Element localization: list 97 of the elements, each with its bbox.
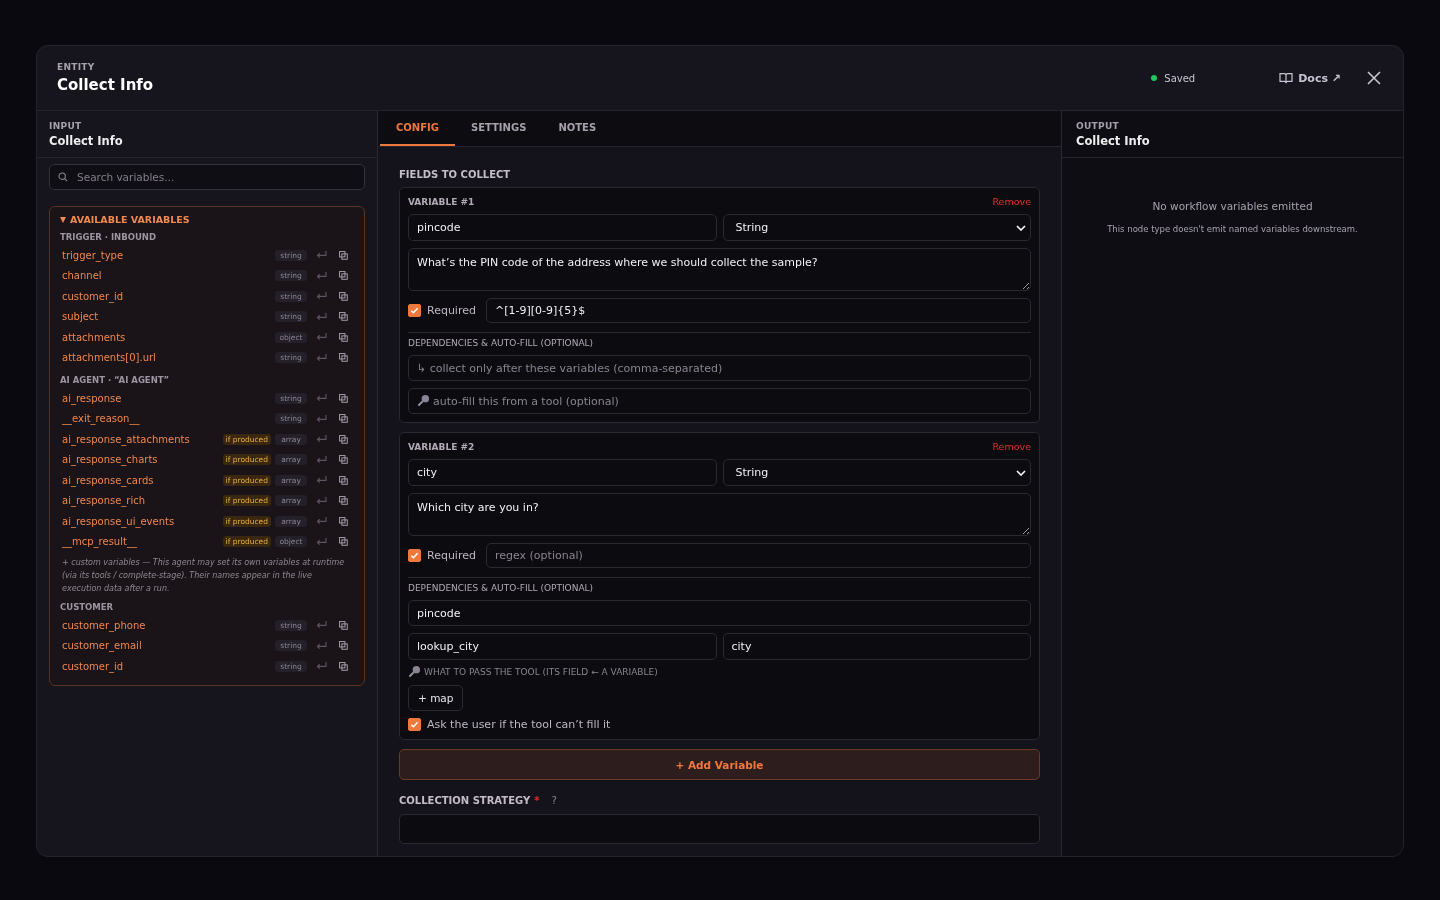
group-heading: TRIGGER · INBOUND [60,232,157,242]
name-field[interactable]: pincode [408,214,717,241]
insert-icon[interactable] [316,271,327,280]
variable-name[interactable]: customer_id [62,660,275,672]
required-checkbox[interactable] [408,549,421,562]
strategy-field[interactable] [399,814,1040,844]
tab[interactable]: CONFIG [380,111,455,146]
variable-heading: VARIABLE #1 [408,196,475,207]
variable-name[interactable]: ai_response [62,392,275,404]
insert-icon[interactable] [316,496,327,505]
status-dot [1151,75,1158,81]
variable-name[interactable]: trigger_type [62,249,275,261]
entity-label: ENTITY [57,62,96,72]
regex-field[interactable]: ^[1-9][0-9]{5}$ [485,298,1031,323]
section-heading: FIELDS TO COLLECT [399,169,512,180]
docs-link[interactable]: Docs ↗ [1279,71,1341,85]
question-field[interactable]: What’s the PIN code of the address where we should collect the sample? [408,248,1031,291]
variables-toggle[interactable]: AVAILABLE VARIABLES [60,214,354,225]
group-heading: CUSTOMER [60,602,115,612]
output-title: Collect Info [1076,133,1151,148]
question-field[interactable]: Which city are you in? [408,493,1031,536]
variable-heading: VARIABLE #2 [408,441,475,452]
variable-name[interactable]: customer_phone [62,619,275,631]
insert-icon[interactable] [316,414,327,423]
dependencies-field[interactable]: ↳ collect only after these variables (comma-separated) [408,355,1031,381]
copy-icon[interactable] [339,537,348,547]
variable-name[interactable]: ai_response_attachments [62,433,223,445]
dialog-title: Collect Info [57,76,154,94]
copy-icon[interactable] [339,620,348,630]
custom-variables-note: + custom variables — This agent may set its own variables at runtime (via its tools / complete-stage). Their names appear in the live execution data after a run. [62,557,346,595]
insert-icon[interactable] [316,333,327,342]
close-button[interactable] [1365,69,1383,87]
variable-name[interactable]: channel [62,270,275,282]
insert-icon[interactable] [316,292,327,301]
insert-icon[interactable] [316,455,327,464]
insert-icon[interactable] [316,517,327,526]
copy-icon[interactable] [339,353,348,363]
tool-field[interactable]: auto-fill this from a tool (optional) [408,388,1031,414]
mapping-hint: WHAT TO PASS THE TOOL (ITS FIELD ← A VARIABLE) [424,666,658,677]
insert-icon[interactable] [316,476,327,485]
required-checkbox[interactable] [408,304,421,317]
insert-icon[interactable] [316,251,327,260]
dependencies-heading: DEPENDENCIES & AUTO-FILL (OPTIONAL) [408,583,595,593]
ask-user-label: Ask the user if the tool can’t fill it [427,718,611,731]
dependencies-heading: DEPENDENCIES & AUTO-FILL (OPTIONAL) [408,338,595,348]
variable-name[interactable]: ai_response_cards [62,474,223,486]
insert-icon[interactable] [316,435,327,444]
variable-name[interactable]: __mcp_result__ [62,536,223,548]
ask-user-checkbox[interactable] [408,718,421,731]
add-map-button[interactable]: + map [408,685,464,711]
required-label: Required [427,549,476,562]
variable-name[interactable]: subject [62,311,275,323]
remove-link[interactable]: Remove [992,441,1031,452]
chevron-icon [1016,224,1026,231]
variable-name[interactable]: attachments [62,331,275,343]
help-icon[interactable]: ? [551,795,557,806]
tool-output-field[interactable]: city [722,633,1031,660]
insert-icon[interactable] [316,394,327,403]
output-label: OUTPUT [1076,120,1120,131]
copy-icon[interactable] [339,250,348,260]
status-text: Saved [1164,72,1196,84]
remove-link[interactable]: Remove [992,196,1031,207]
group-heading: AI AGENT · “AI AGENT” [60,375,171,385]
copy-icon[interactable] [339,393,348,403]
dependencies-field[interactable]: pincode [408,600,1031,626]
add-variable-button[interactable]: + Add Variable [399,749,1040,780]
required-mark: * [534,795,540,806]
input-title: Collect Info [49,133,124,148]
variable-name[interactable]: customer_email [62,640,275,652]
empty-text: This node type doesn't emit named variables downstream. [1107,224,1358,234]
insert-icon[interactable] [316,312,327,321]
type-select[interactable]: String [722,459,1031,486]
variable-name[interactable]: customer_id [62,290,275,302]
variable-name[interactable]: ai_response_ui_events [62,515,223,527]
insert-icon[interactable] [316,621,327,630]
required-label: Required [427,304,476,317]
insert-icon[interactable] [316,662,327,671]
regex-field[interactable]: regex (optional) [485,543,1031,568]
tab[interactable]: SETTINGS [454,111,543,146]
book-icon [1279,72,1294,84]
chevron-icon [1016,469,1026,476]
type-select[interactable]: String [722,214,1031,241]
variable-name[interactable]: __exit_reason__ [62,413,275,425]
insert-icon[interactable] [316,353,327,362]
variable-name[interactable]: ai_response_rich [62,495,223,507]
name-field[interactable]: city [408,459,717,486]
input-label: INPUT [49,120,83,131]
tab[interactable]: NOTES [542,111,613,146]
insert-icon[interactable] [316,537,327,546]
magnifier-icon [408,665,421,678]
insert-icon[interactable] [316,641,327,650]
strategy-heading: COLLECTION STRATEGY [399,795,531,806]
tool-field[interactable]: lookup_city [408,633,717,660]
variable-name[interactable]: ai_response_charts [62,454,223,466]
search-field[interactable]: Search variables... [49,164,365,190]
empty-title: No workflow variables emitted [1152,200,1313,212]
variable-name[interactable]: attachments[0].url [62,352,275,364]
